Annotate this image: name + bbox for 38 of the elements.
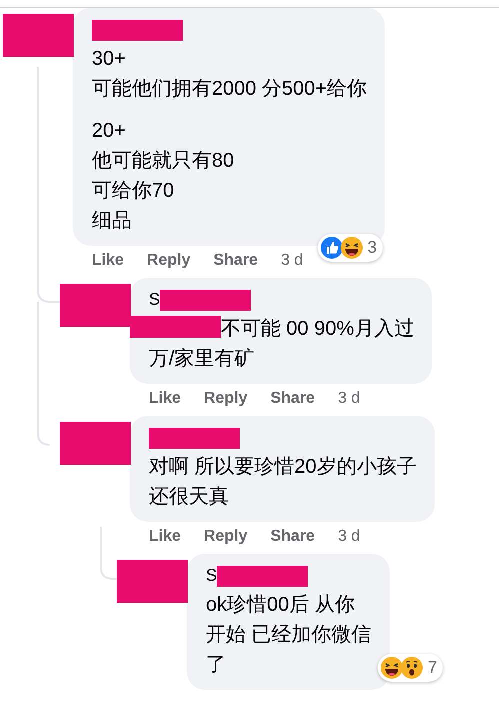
comment-text: 开始 已经加你微信: [206, 623, 372, 648]
timestamp[interactable]: 3 d: [338, 386, 360, 410]
redaction-block: [60, 422, 131, 465]
reactions-badge[interactable]: 3: [318, 234, 384, 262]
reactions-badge[interactable]: 7: [378, 654, 444, 682]
redaction-block: [117, 560, 188, 603]
comment-text: 万/家里有矿: [149, 347, 256, 372]
action-link[interactable]: Like: [92, 248, 124, 272]
action-link[interactable]: Share: [270, 386, 316, 410]
comment-text: 对啊 所以要珍惜20岁的小孩子: [149, 455, 417, 480]
comment-text: ok珍惜00后 从你: [206, 593, 356, 618]
comment-text: 30+: [92, 47, 127, 72]
redaction-block: [3, 14, 74, 57]
comment-text: 可能他们拥有2000 分500+给你: [92, 77, 368, 102]
reaction-count: 3: [368, 237, 378, 260]
author-initial: S: [206, 565, 218, 588]
comment-text: 了: [206, 653, 227, 678]
action-link[interactable]: Reply: [147, 248, 191, 272]
comment-text: 还很天真: [149, 485, 230, 510]
haha-reaction-icon: [340, 236, 364, 260]
timestamp[interactable]: 3 d: [338, 524, 360, 548]
action-link[interactable]: Like: [149, 524, 182, 548]
wow-reaction-icon: [400, 656, 424, 680]
comment-text: 他可能就只有80: [92, 149, 236, 174]
comment-text: 20+: [92, 119, 127, 144]
like-reaction-icon: [320, 236, 344, 260]
timestamp[interactable]: 3 d: [281, 248, 304, 272]
author-initial: S: [149, 289, 160, 312]
haha-reaction-icon: [380, 656, 404, 680]
action-link[interactable]: Share: [270, 524, 316, 548]
comment-text: 可给你70: [92, 179, 176, 204]
action-link[interactable]: Reply: [204, 524, 248, 548]
comment-text: 细品: [92, 209, 133, 234]
action-link[interactable]: Like: [149, 386, 182, 410]
reaction-count: 7: [428, 657, 438, 680]
action-link[interactable]: Reply: [204, 386, 248, 410]
comment-text: 不可能 00 90%月入过: [221, 318, 414, 340]
action-link[interactable]: Share: [214, 248, 258, 272]
